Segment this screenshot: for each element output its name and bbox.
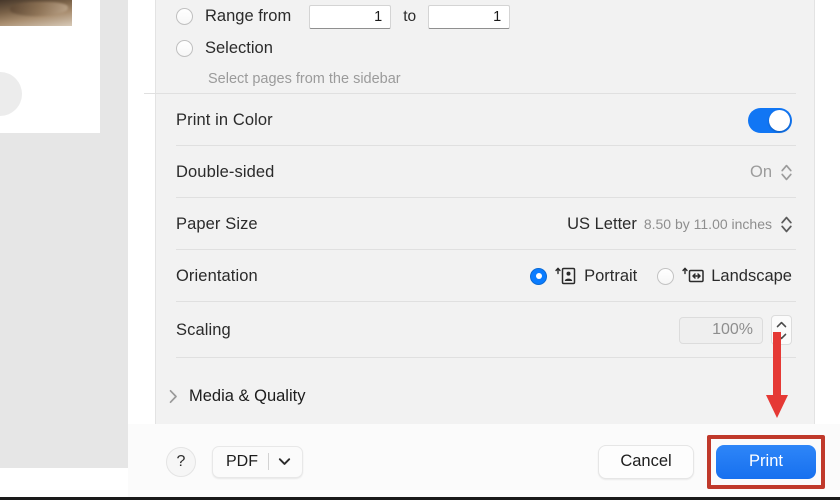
orientation-options: Portrait Landscape — [530, 266, 792, 286]
question-mark-icon: ? — [176, 452, 186, 470]
range-from-radio[interactable] — [176, 8, 193, 25]
orientation-portrait-option[interactable]: Portrait — [530, 266, 637, 286]
print-options-panel: Range from to Selection Select pages fro… — [144, 0, 815, 424]
cancel-button[interactable]: Cancel — [598, 444, 694, 479]
range-to-input[interactable] — [428, 4, 511, 29]
media-quality-row[interactable]: Media & Quality — [156, 374, 814, 418]
chevron-up-down-icon[interactable] — [781, 215, 792, 234]
landscape-page-icon — [682, 266, 704, 286]
sidebar-gap — [128, 0, 155, 468]
orientation-row[interactable]: Orientation Portrait Landscape — [156, 250, 814, 302]
selection-row[interactable]: Selection — [156, 33, 814, 64]
scaling-row[interactable]: Scaling 100% — [156, 302, 814, 358]
paper-size-dimensions: 8.50 by 11.00 inches — [643, 216, 772, 232]
range-from-label: Range from — [205, 7, 292, 25]
dialog-bottom-bar: ? PDF Cancel Print — [128, 424, 840, 499]
orientation-landscape-option[interactable]: Landscape — [657, 266, 792, 286]
orientation-landscape-label: Landscape — [711, 266, 792, 285]
print-in-color-label: Print in Color — [176, 110, 273, 129]
print-button[interactable]: Print — [716, 444, 816, 479]
paper-size-value: US Letter — [567, 214, 637, 233]
chevron-right-icon[interactable] — [168, 389, 179, 404]
red-arrow-annotation — [766, 332, 788, 424]
preview-sidebar[interactable] — [0, 0, 128, 468]
chevron-up-down-icon[interactable] — [781, 163, 792, 182]
toggle-knob — [769, 109, 790, 131]
scaling-label: Scaling — [176, 320, 231, 339]
print-button-label: Print — [749, 452, 783, 470]
print-in-color-row[interactable]: Print in Color — [156, 94, 814, 146]
pdf-popup-button[interactable]: PDF — [212, 445, 303, 478]
print-dialog-screenshot: Range from to Selection Select pages fro… — [0, 0, 840, 500]
media-quality-label: Media & Quality — [189, 386, 306, 405]
scaling-value: 100% — [712, 321, 753, 338]
portrait-page-icon — [555, 266, 577, 286]
paper-size-row[interactable]: Paper Size US Letter 8.50 by 11.00 inche… — [156, 198, 814, 250]
arrow-shaft — [773, 332, 781, 398]
selection-hint-text: Select pages from the sidebar — [208, 71, 401, 87]
scaling-input[interactable]: 100% — [679, 316, 763, 344]
page-thumbnail[interactable] — [0, 0, 100, 133]
help-button[interactable]: ? — [166, 446, 196, 477]
orientation-portrait-radio[interactable] — [530, 267, 548, 285]
selection-radio[interactable] — [176, 40, 193, 57]
cancel-button-label: Cancel — [620, 452, 672, 470]
range-from-row[interactable]: Range from to — [156, 0, 814, 33]
pdf-button-label: PDF — [226, 452, 258, 470]
range-to-label: to — [403, 7, 417, 25]
arrow-head — [766, 395, 788, 418]
orientation-landscape-radio[interactable] — [657, 267, 675, 285]
print-button-wrapper: Print — [707, 434, 825, 489]
double-sided-label: Double-sided — [176, 162, 275, 181]
print-in-color-toggle[interactable] — [748, 107, 792, 133]
double-sided-row[interactable]: Double-sided On — [156, 146, 814, 198]
selection-label: Selection — [205, 39, 273, 57]
row-separator — [176, 357, 796, 358]
range-from-input[interactable] — [309, 4, 392, 29]
double-sided-value: On — [749, 162, 772, 181]
chevron-down-icon[interactable] — [269, 457, 302, 466]
orientation-label: Orientation — [176, 266, 258, 285]
paper-size-label: Paper Size — [176, 214, 258, 233]
selection-hint-row: Select pages from the sidebar — [144, 64, 814, 94]
orientation-portrait-label: Portrait — [584, 266, 638, 285]
